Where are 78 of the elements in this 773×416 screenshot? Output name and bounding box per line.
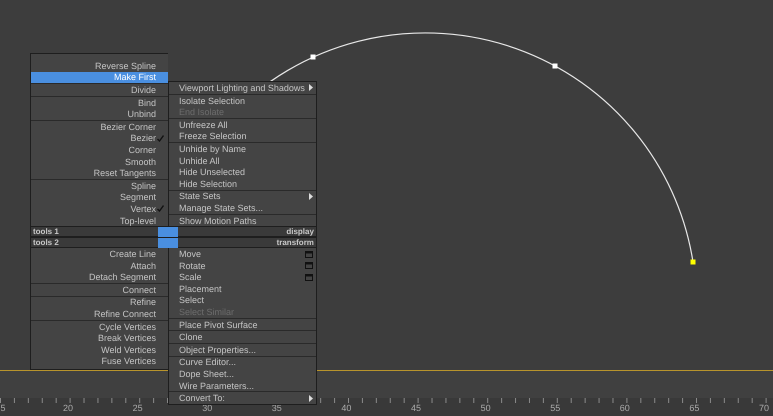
option-box-icon[interactable] [304,274,313,281]
menu-item[interactable]: State Sets [169,190,316,202]
spline-vertex[interactable] [690,260,696,264]
menu-item[interactable]: Refine Connect [31,308,168,320]
menu-item[interactable]: Move [169,248,316,260]
menu-item[interactable]: Detach Segment [31,272,168,284]
menu-item[interactable]: Unhide All [169,154,316,166]
quad-title: tools 1 [33,227,59,236]
ruler-label: 30 [202,403,212,413]
quad-title: transform [276,238,314,248]
option-box-icon[interactable] [304,262,313,270]
menu-item[interactable]: Fuse Vertices [31,356,168,368]
ruler-label: 45 [411,403,421,413]
menu-item[interactable]: Connect [31,284,168,296]
menu-item[interactable]: Spline [31,180,168,192]
spline-vertex[interactable] [310,54,316,60]
menu-item[interactable]: Clone [169,331,316,344]
menu-item[interactable]: Make First [31,72,168,84]
quad-switch-icon[interactable] [158,238,168,248]
ruler-label: 20 [63,403,73,413]
menu-item[interactable]: Smooth [31,156,168,168]
submenu-arrow-icon [308,192,313,200]
menu-item[interactable]: Segment [31,192,168,204]
menu-item[interactable]: Hide Unselected [169,166,316,178]
menu-item[interactable]: Unhide by Name [169,143,316,155]
menu-item[interactable]: Object Properties... [169,344,316,356]
menu-item[interactable]: Viewport Lighting and Shadows [169,82,316,94]
menu-item[interactable]: Placement [169,283,316,295]
ruler-label: 5 [0,403,6,413]
menu-item[interactable]: Wire Parameters... [169,380,316,392]
ruler-label: 25 [132,403,143,413]
menu-item[interactable]: Select [169,294,316,306]
menu-item[interactable]: Break Vertices [31,332,168,344]
menu-item[interactable]: Curve Editor... [169,356,316,368]
quad-switch-icon[interactable] [168,238,178,248]
menu-item[interactable]: Show Motion Paths [169,214,316,226]
menu-item[interactable]: Reverse Spline [31,60,168,72]
spline-vertex[interactable] [552,64,558,68]
menu-item[interactable]: Place Pivot Surface [169,318,316,330]
menu-item[interactable]: Unfreeze All [169,118,316,131]
menu-item[interactable]: Dope Sheet... [169,368,316,380]
quad-switch-icon[interactable] [158,226,168,237]
menu-item[interactable]: Refine [31,296,168,308]
menu-item[interactable]: Attach [31,260,168,272]
menu-item[interactable]: Cycle Vertices [31,320,168,332]
ruler-label: 70 [759,403,769,413]
menu-item[interactable]: Isolate Selection [169,94,316,106]
ruler-label: 35 [272,403,282,413]
menu-item[interactable]: Freeze Selection [169,130,316,142]
ruler-label: 40 [341,403,352,413]
menu-item[interactable]: Weld Vertices [31,344,168,356]
menu-item[interactable]: Manage State Sets... [169,202,316,214]
menu-item[interactable]: Top-level [31,214,168,226]
ruler-label: 50 [480,403,491,413]
menu-item[interactable]: Corner [31,144,168,156]
menu-item[interactable]: Bind [31,96,168,108]
ruler-label: 60 [620,403,630,413]
ruler-label: 55 [550,403,560,413]
menu-item[interactable]: Rotate [169,260,316,272]
menu-item[interactable]: Create Line [31,248,168,260]
submenu-arrow-icon [308,394,313,402]
menu-item[interactable]: Vertex [31,203,168,215]
menu-item[interactable]: Scale [169,272,316,284]
menu-item[interactable]: Bezier Corner [31,120,168,133]
ruler-label: 65 [689,403,700,413]
quad-title: display [286,227,314,236]
checkmark-icon [157,205,164,212]
menu-item[interactable]: Divide [31,84,168,96]
submenu-arrow-icon [308,84,313,92]
menu-item[interactable]: Hide Selection [169,178,316,190]
quad-title: tools 2 [33,238,59,248]
menu-item[interactable]: Bezier [31,132,168,144]
menu-item[interactable]: Unbind [31,108,168,120]
menu-item[interactable]: Reset Tangents [31,167,168,179]
quad-switch-icon[interactable] [168,226,178,237]
checkmark-icon [157,134,164,142]
menu-item[interactable]: Convert To: [169,392,316,404]
option-box-icon[interactable] [304,250,313,258]
